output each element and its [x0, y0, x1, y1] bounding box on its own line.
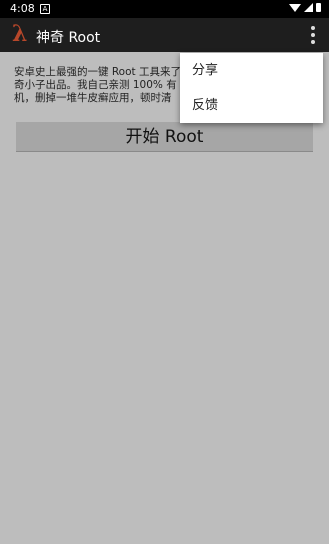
start-root-button[interactable]: 开始 Root	[16, 122, 313, 152]
app-title: 神奇 Root	[36, 30, 101, 46]
menu-item-feedback[interactable]: 反馈	[180, 88, 323, 123]
battery-icon	[316, 3, 321, 12]
status-time: 4:08	[10, 2, 35, 15]
status-bar: 4:08 A	[0, 0, 329, 18]
app-logo-icon: λ	[12, 21, 28, 47]
signal-icon	[304, 3, 313, 12]
menu-item-share[interactable]: 分享	[180, 53, 323, 88]
overflow-menu: 分享 反馈	[180, 53, 323, 123]
overflow-menu-icon[interactable]	[311, 26, 315, 44]
wifi-icon	[289, 3, 301, 12]
notification-icon: A	[40, 4, 50, 14]
status-icons	[289, 3, 321, 12]
app-bar: λ 神奇 Root	[0, 18, 329, 52]
